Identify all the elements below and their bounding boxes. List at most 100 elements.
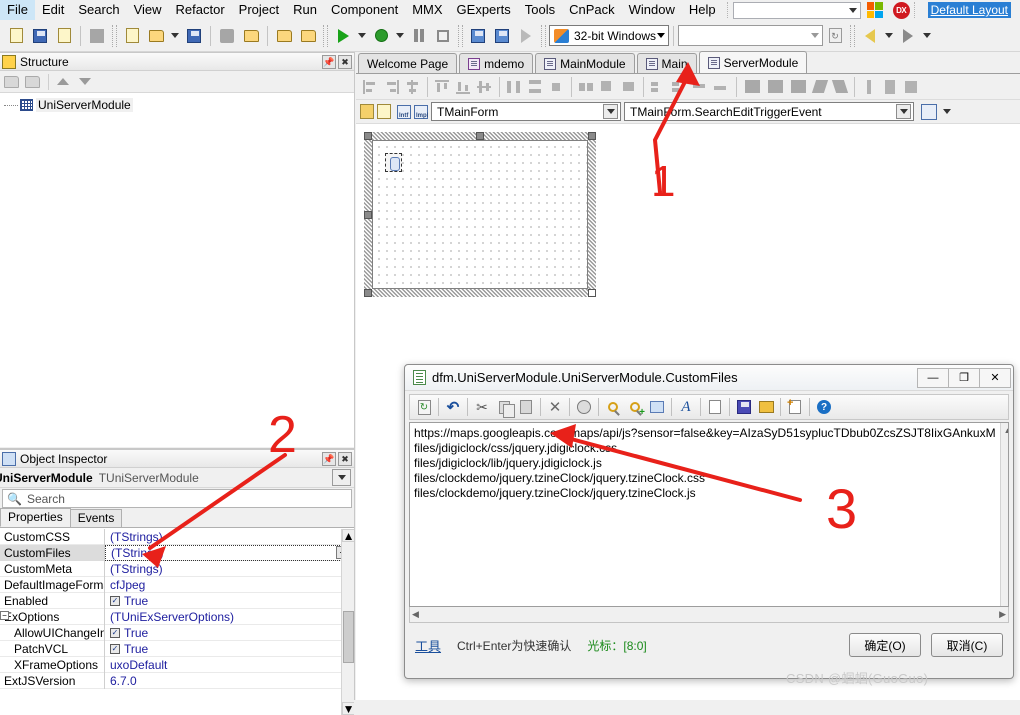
run-to-cursor-icon[interactable] [514, 24, 538, 48]
tab-main[interactable]: Main [636, 53, 697, 73]
tab-mainmodule[interactable]: MainModule [535, 53, 635, 73]
scroll-up-icon[interactable]: ▲ [342, 529, 354, 543]
resize-handle-nw[interactable] [364, 132, 372, 140]
scroll-right-icon[interactable]: ▶ [999, 609, 1006, 620]
property-value[interactable]: ✓ True [105, 641, 354, 657]
move-down-icon[interactable] [79, 78, 91, 85]
property-row[interactable]: PatchVCL ✓ True [0, 640, 354, 657]
property-row[interactable]: ExtJSVersion 6.7.0 [0, 672, 354, 689]
property-value[interactable]: (TUniExServerOptions) [105, 609, 354, 625]
maximize-button[interactable]: ❐ [948, 367, 980, 388]
chevron-down-icon-forward[interactable] [923, 33, 931, 38]
strings-horizontal-scrollbar[interactable]: ◀ ▶ [409, 607, 1009, 623]
property-value[interactable]: ✓ True [105, 593, 354, 609]
flip-children-alt-icon[interactable] [831, 80, 849, 93]
tab-mdemo[interactable]: mdemo [459, 53, 534, 73]
chevron-down-icon-new[interactable] [171, 33, 179, 38]
align-top-icon[interactable] [435, 79, 450, 94]
menu-item-edit[interactable]: Edit [35, 0, 71, 20]
space-h-icon[interactable] [507, 80, 522, 94]
chevron-down-icon-view[interactable] [943, 109, 951, 114]
flip-children-icon[interactable] [811, 80, 829, 93]
save-icon[interactable] [733, 396, 755, 418]
scale-icon[interactable] [600, 80, 615, 94]
property-value[interactable]: 6.7.0 [105, 673, 354, 689]
strings-editor-dialog[interactable]: dfm.UniServerModule.UniServerModule.Cust… [404, 364, 1014, 679]
paste-icon[interactable] [515, 396, 537, 418]
chevron-down-icon-object[interactable] [332, 469, 351, 486]
menu-item-window[interactable]: Window [622, 0, 682, 20]
save-project-icon[interactable] [296, 24, 320, 48]
debug-icon[interactable] [369, 24, 393, 48]
resize-handle-n[interactable] [476, 132, 484, 140]
clear-icon[interactable] [573, 396, 595, 418]
save-icon[interactable] [182, 24, 206, 48]
forward-icon[interactable] [896, 24, 920, 48]
toolbar-grip-4[interactable] [541, 24, 546, 47]
menu-item-gexperts[interactable]: GExperts [450, 0, 518, 20]
grid-options-icon[interactable] [714, 80, 729, 94]
checkbox-checked-icon[interactable]: ✓ [110, 643, 120, 654]
tools-link[interactable]: 工具 [415, 636, 441, 655]
scroll-down-icon[interactable]: ▼ [342, 702, 354, 715]
tab-welcome-page[interactable]: Welcome Page [358, 53, 458, 73]
minimize-button[interactable]: — [917, 367, 949, 388]
find-next-icon[interactable] [624, 396, 646, 418]
property-value[interactable]: uxoDefault [105, 657, 354, 673]
space-v-icon[interactable] [528, 79, 543, 94]
tab-servermodule[interactable]: ServerModule [698, 51, 808, 73]
expand-icon[interactable] [25, 75, 40, 88]
build-config-combo[interactable] [678, 25, 823, 46]
new-icon[interactable] [784, 396, 806, 418]
resize-handle-sw[interactable] [364, 289, 372, 297]
toolbar-grip-5[interactable] [850, 24, 855, 47]
default-layout-label[interactable]: Default Layout [927, 2, 1012, 18]
strings-vertical-scrollbar[interactable]: ▲ [999, 423, 1008, 606]
scroll-left-icon[interactable]: ◀ [412, 609, 419, 620]
trace-into-icon[interactable] [466, 24, 490, 48]
dialog-titlebar[interactable]: dfm.UniServerModule.UniServerModule.Cust… [405, 365, 1013, 391]
tab-events[interactable]: Events [69, 509, 123, 527]
open-icon[interactable] [755, 396, 777, 418]
align-right-icon[interactable] [384, 79, 399, 94]
format-icon[interactable] [704, 396, 726, 418]
menu-item-tools[interactable]: Tools [518, 0, 562, 20]
property-value[interactable]: (TStrings) ⋯ [105, 544, 354, 561]
menu-item-file[interactable]: File [0, 0, 35, 20]
toolbar-grip-1[interactable] [112, 24, 117, 47]
send-back-icon[interactable] [768, 80, 783, 93]
checkbox-checked-icon[interactable]: ✓ [110, 627, 120, 638]
property-row[interactable]: CustomCSS (TStrings) [0, 529, 354, 545]
lock-icon[interactable] [791, 80, 806, 93]
refresh-icon[interactable]: ↻ [823, 24, 847, 48]
tab-properties[interactable]: Properties [0, 508, 71, 527]
pin-icon[interactable]: 📌 [322, 451, 336, 466]
undo-icon[interactable]: ↶ [442, 396, 464, 418]
property-row[interactable]: DefaultImageForma cfJpeg [0, 576, 354, 593]
property-value[interactable]: (TStrings) [105, 529, 354, 545]
align-center-icon[interactable] [405, 79, 420, 94]
strings-lines[interactable]: https://maps.googleapis.com/maps/api/js?… [410, 423, 1000, 606]
menu-item-help[interactable]: Help [682, 0, 723, 20]
property-row-selected[interactable]: CustomFiles (TStrings) ⋯ [0, 544, 354, 561]
size-icon[interactable] [621, 80, 636, 94]
property-value[interactable]: cfJpeg [105, 577, 354, 593]
close-all-icon[interactable] [239, 24, 263, 48]
menu-item-project[interactable]: Project [232, 0, 286, 20]
align-bottom-icon[interactable] [456, 80, 471, 94]
windows-logo-icon[interactable] [866, 2, 883, 18]
design-form[interactable] [364, 132, 596, 297]
code-view-icon[interactable] [921, 103, 937, 120]
creation-order-icon[interactable] [672, 80, 687, 94]
expander-icon[interactable]: − [0, 611, 9, 620]
cancel-button[interactable]: 取消(C) [931, 633, 1003, 657]
resize-handle-se[interactable] [588, 289, 596, 297]
open-project-icon[interactable] [28, 24, 52, 48]
menu-item-mmx[interactable]: MMX [405, 0, 449, 20]
property-row[interactable]: XFrameOptions uxoDefault [0, 656, 354, 673]
cut-icon[interactable]: ✂ [471, 396, 493, 418]
close-icon[interactable]: ✖ [338, 451, 352, 466]
new-icon[interactable] [120, 24, 144, 48]
collapse-icon[interactable] [4, 75, 19, 88]
align-to-grid-icon[interactable] [904, 80, 919, 94]
